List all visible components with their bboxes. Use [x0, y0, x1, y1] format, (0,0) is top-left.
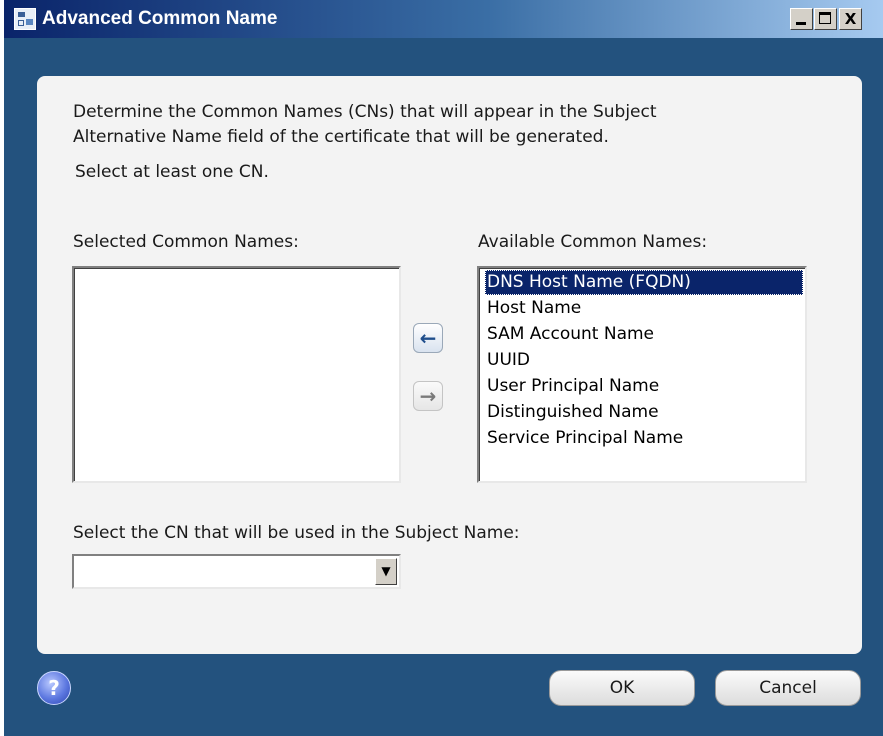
close-icon: X	[844, 10, 857, 28]
subject-cn-dropdown[interactable]: ▼	[72, 554, 401, 589]
dropdown-button[interactable]: ▼	[375, 558, 397, 585]
instruction-line-1: Determine the Common Names (CNs) that wi…	[73, 102, 657, 122]
content-panel: Determine the Common Names (CNs) that wi…	[37, 76, 862, 654]
cancel-button[interactable]: Cancel	[715, 670, 861, 706]
certificate-app-icon	[14, 8, 36, 30]
close-button[interactable]: X	[839, 8, 862, 30]
maximize-button[interactable]	[814, 8, 837, 30]
instruction-line-3: Select at least one CN.	[75, 162, 269, 182]
subject-cn-label: Select the CN that will be used in the S…	[73, 523, 520, 543]
list-item[interactable]: Distinguished Name	[485, 400, 661, 425]
list-item[interactable]: DNS Host Name (FQDN)	[485, 270, 803, 295]
arrow-left-icon: ←	[419, 326, 437, 350]
ok-button[interactable]: OK	[549, 670, 695, 706]
list-item[interactable]: UUID	[485, 348, 532, 373]
chevron-down-icon: ▼	[381, 564, 391, 578]
selected-names-label: Selected Common Names:	[73, 232, 299, 252]
list-item[interactable]: SAM Account Name	[485, 322, 656, 347]
arrow-right-icon: →	[419, 384, 437, 408]
instruction-line-2: Alternative Name field of the certificat…	[73, 127, 609, 147]
minimize-button[interactable]	[790, 8, 813, 30]
list-item[interactable]: Service Principal Name	[485, 426, 685, 451]
selected-names-listbox[interactable]	[72, 266, 401, 483]
help-icon: ?	[48, 676, 60, 700]
list-item[interactable]: User Principal Name	[485, 374, 661, 399]
add-to-selected-button[interactable]: ←	[413, 323, 443, 353]
remove-from-selected-button[interactable]: →	[413, 381, 443, 411]
advanced-common-name-dialog: Advanced Common Name X Determine the Com…	[4, 0, 883, 736]
available-names-label: Available Common Names:	[478, 232, 708, 252]
maximize-icon	[819, 12, 831, 24]
help-button[interactable]: ?	[37, 671, 71, 705]
window-title: Advanced Common Name	[42, 8, 278, 29]
available-names-listbox[interactable]: DNS Host Name (FQDN) Host Name SAM Accou…	[477, 266, 807, 483]
minimize-icon	[796, 22, 806, 25]
title-bar[interactable]: Advanced Common Name X	[4, 0, 883, 38]
list-item[interactable]: Host Name	[485, 296, 583, 321]
